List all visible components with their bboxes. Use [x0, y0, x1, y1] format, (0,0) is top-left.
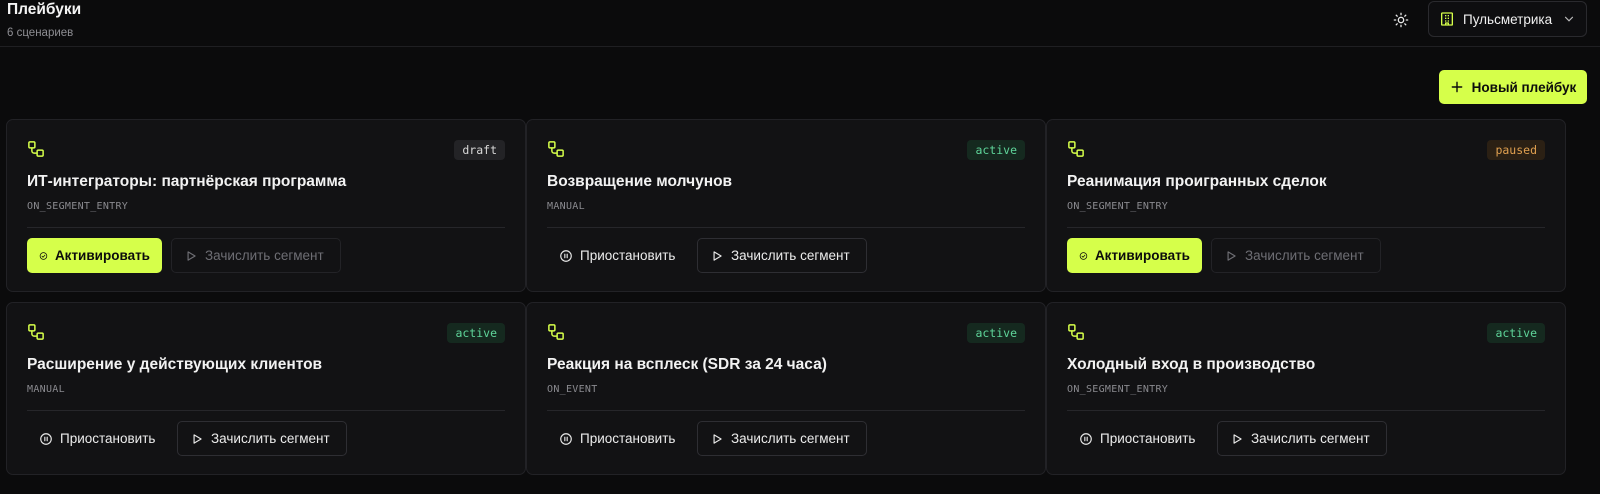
page-title: Плейбуки: [7, 1, 82, 18]
playbook-count: 6 сценариев: [7, 27, 74, 39]
trigger-type: MANUAL: [27, 384, 65, 395]
status-badge: active: [1487, 323, 1545, 343]
playbook-card[interactable]: paused Реанимация проигранных сделок ON_…: [1046, 119, 1566, 292]
theme-toggle-button[interactable]: [1388, 7, 1414, 33]
pause-circle-icon: [560, 432, 572, 445]
check-circle-icon: [1079, 251, 1088, 260]
play-icon: [187, 250, 196, 261]
new-playbook-button[interactable]: Новый плейбук: [1439, 70, 1587, 104]
plus-icon: [1451, 81, 1463, 93]
playbook-title[interactable]: Холодный вход в производство: [1067, 356, 1315, 374]
trigger-type: ON_SEGMENT_ENTRY: [1067, 201, 1169, 212]
trigger-type: ON_SEGMENT_ENTRY: [27, 201, 129, 212]
workflow-icon: [1068, 141, 1084, 157]
workflow-icon: [548, 141, 564, 157]
building-icon: [1441, 12, 1453, 26]
button-label: Зачислить сегмент: [211, 431, 330, 446]
enroll-segment-button[interactable]: Зачислить сегмент: [1217, 421, 1387, 456]
check-circle-icon: [39, 251, 48, 260]
button-label: Приостановить: [580, 431, 676, 446]
card-divider: [1067, 410, 1545, 411]
enroll-segment-button[interactable]: Зачислить сегмент: [177, 421, 347, 456]
card-actions: Приостановить Зачислить сегмент: [27, 421, 347, 456]
playbook-card[interactable]: draft ИТ-интеграторы: партнёрская програ…: [6, 119, 526, 292]
status-badge: paused: [1487, 140, 1545, 160]
status-badge: draft: [454, 140, 505, 160]
playbook-title[interactable]: Возвращение молчунов: [547, 173, 732, 191]
button-label: Зачислить сегмент: [1251, 431, 1370, 446]
pause-circle-icon: [560, 249, 572, 262]
playbook-card[interactable]: active Реакция на всплеск (SDR за 24 час…: [526, 302, 1046, 475]
workflow-icon: [548, 324, 564, 340]
chevron-down-icon: [1564, 16, 1574, 22]
play-icon: [713, 433, 722, 444]
play-icon: [1233, 433, 1242, 444]
card-divider: [1067, 227, 1545, 228]
activate-button[interactable]: Активировать: [27, 238, 162, 273]
button-label: Зачислить сегмент: [1245, 248, 1364, 263]
workflow-icon: [28, 324, 44, 340]
playbook-card[interactable]: active Расширение у действующих клиентов…: [6, 302, 526, 475]
card-actions: Приостановить Зачислить сегмент: [547, 421, 867, 456]
page-header: Плейбуки 6 сценариев Пульсметрика: [0, 0, 1600, 47]
button-label: Зачислить сегмент: [205, 248, 324, 263]
playbook-title[interactable]: Реанимация проигранных сделок: [1067, 173, 1327, 191]
card-divider: [547, 227, 1025, 228]
new-playbook-label: Новый плейбук: [1471, 79, 1577, 95]
enroll-segment-button[interactable]: Зачислить сегмент: [697, 421, 867, 456]
card-actions: Приостановить Зачислить сегмент: [1067, 421, 1387, 456]
sun-icon: [1393, 12, 1409, 28]
enroll-segment-button[interactable]: Зачислить сегмент: [697, 238, 867, 273]
button-label: Приостановить: [580, 248, 676, 263]
card-divider: [27, 410, 505, 411]
card-actions: Активировать Зачислить сегмент: [1067, 238, 1381, 273]
pause-button[interactable]: Приостановить: [547, 238, 688, 273]
button-label: Зачислить сегмент: [731, 431, 850, 446]
enroll-segment-button: Зачислить сегмент: [1211, 238, 1381, 273]
enroll-segment-button: Зачислить сегмент: [171, 238, 341, 273]
trigger-type: ON_EVENT: [547, 384, 598, 395]
button-label: Зачислить сегмент: [731, 248, 850, 263]
button-label: Приостановить: [60, 431, 156, 446]
activate-button[interactable]: Активировать: [1067, 238, 1202, 273]
play-icon: [193, 433, 202, 444]
workflow-icon: [28, 141, 44, 157]
button-label: Приостановить: [1100, 431, 1196, 446]
card-actions: Активировать Зачислить сегмент: [27, 238, 341, 273]
workspace-name: Пульсметрика: [1463, 11, 1553, 27]
card-actions: Приостановить Зачислить сегмент: [547, 238, 867, 273]
card-divider: [547, 410, 1025, 411]
pause-button[interactable]: Приостановить: [1067, 421, 1208, 456]
pause-circle-icon: [40, 432, 52, 445]
status-badge: active: [967, 140, 1025, 160]
play-icon: [713, 250, 722, 261]
status-badge: active: [447, 323, 505, 343]
trigger-type: ON_SEGMENT_ENTRY: [1067, 384, 1169, 395]
workflow-icon: [1068, 324, 1084, 340]
playbook-card[interactable]: active Холодный вход в производство ON_S…: [1046, 302, 1566, 475]
workspace-select[interactable]: Пульсметрика: [1428, 1, 1587, 37]
status-badge: active: [967, 323, 1025, 343]
trigger-type: MANUAL: [547, 201, 585, 212]
pause-button[interactable]: Приостановить: [27, 421, 168, 456]
playbook-title[interactable]: ИТ-интеграторы: партнёрская программа: [27, 173, 346, 191]
playbook-card[interactable]: active Возвращение молчунов MANUAL Приос…: [526, 119, 1046, 292]
pause-button[interactable]: Приостановить: [547, 421, 688, 456]
button-label: Активировать: [1094, 248, 1190, 263]
play-icon: [1227, 250, 1236, 261]
pause-circle-icon: [1080, 432, 1092, 445]
playbook-title[interactable]: Расширение у действующих клиентов: [27, 356, 322, 374]
card-divider: [27, 227, 505, 228]
playbook-title[interactable]: Реакция на всплеск (SDR за 24 часа): [547, 356, 827, 374]
button-label: Активировать: [54, 248, 150, 263]
